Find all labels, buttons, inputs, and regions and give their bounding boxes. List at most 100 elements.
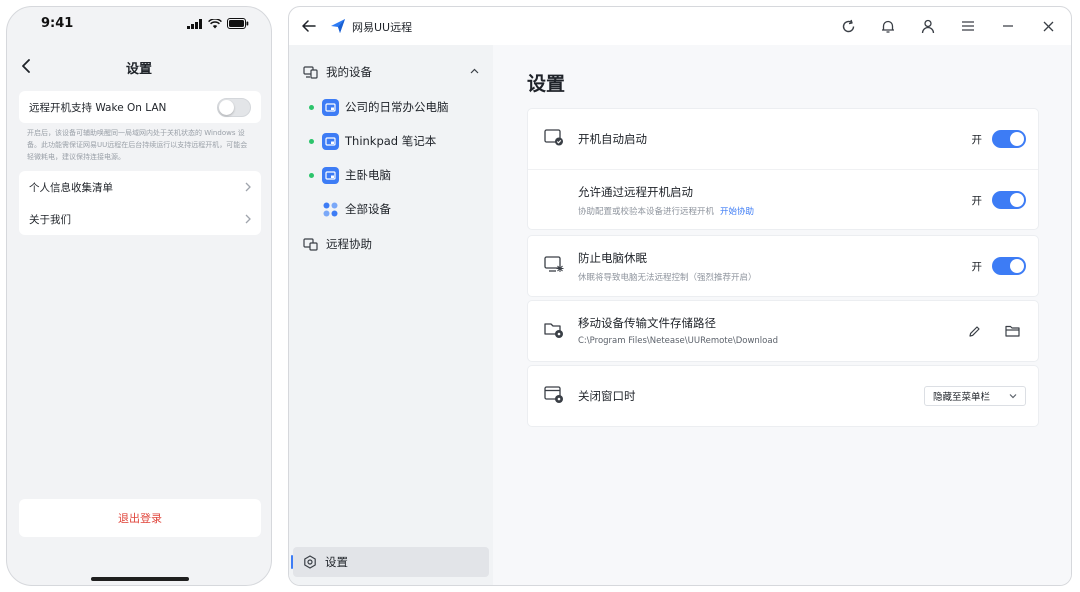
page-title: 设置 [527, 73, 566, 95]
title-bar: 网易UU远程 [289, 7, 1071, 45]
app-name: 网易UU远程 [352, 21, 413, 34]
device-name: 主卧电脑 [345, 168, 391, 182]
sidebar-item-label: 全部设备 [345, 202, 391, 216]
start-assist-link[interactable]: 开始协助 [720, 207, 754, 217]
bell-icon [882, 20, 894, 33]
device-name: Thinkpad 笔记本 [345, 134, 437, 148]
minimize-icon [1003, 25, 1013, 27]
logout-button[interactable]: 退出登录 [19, 499, 261, 537]
phone-screen: 9:41 设置 远程开机支持 Wake On LAN 开启后，该设备可辅助唤醒同… [6, 6, 272, 586]
auto-start-toggle[interactable] [992, 130, 1026, 148]
setting-description: 协助配置或校验本设备进行远程开机 开始协助 [578, 207, 755, 217]
gear-icon [304, 555, 316, 569]
device-item[interactable]: Thinkpad 笔记本 [309, 127, 489, 155]
app-logo-icon [331, 19, 345, 33]
active-indicator [291, 555, 293, 569]
online-status-dot [309, 172, 314, 178]
refresh-button[interactable] [837, 15, 859, 37]
notifications-button[interactable] [877, 15, 899, 37]
chevron-right-icon [245, 214, 251, 224]
close-button[interactable] [1037, 15, 1059, 37]
hamburger-icon [962, 21, 974, 31]
toggle-state-text: 开 [971, 261, 983, 273]
sidebar-item-remote-assist[interactable]: 远程协助 [289, 229, 493, 259]
folder-icon [1004, 325, 1020, 337]
sidebar-item-label: 我的设备 [326, 65, 372, 79]
close-window-card: 关闭窗口时 隐藏至菜单栏 [527, 365, 1039, 427]
edit-path-button[interactable] [964, 321, 984, 341]
online-status-dot [309, 138, 314, 144]
sleep-settings-card: 防止电脑休眠 休眠将导致电脑无法远程控制（强烈推荐开启） 开 [527, 235, 1039, 297]
setting-auto-start: 开机自动启动 开 [528, 109, 1038, 169]
device-item[interactable]: 主卧电脑 [309, 161, 489, 189]
wake-on-lan-description: 开启后，该设备可辅助唤醒同一局域网内处于关机状态的 Windows 设备。此功能… [27, 129, 248, 161]
chevron-down-icon [1009, 394, 1017, 399]
setting-label: 允许通过远程开机启动 [578, 185, 693, 199]
storage-path: C:\Program Files\Netease\UURemote\Downlo… [578, 336, 778, 346]
signal-icon [187, 18, 202, 29]
toggle-state-text: 开 [971, 134, 983, 146]
wake-on-lan-row: 远程开机支持 Wake On LAN [19, 91, 261, 123]
computer-icon [322, 166, 339, 184]
app-window: 网易UU远程 我的设备 公司的日常办公电脑 Thinkpad 笔记本 主卧电脑 … [288, 6, 1072, 586]
refresh-icon [842, 19, 854, 32]
sidebar-item-settings[interactable]: 设置 [291, 547, 489, 577]
device-item[interactable]: 公司的日常办公电脑 [309, 93, 489, 121]
computer-icon [322, 98, 339, 116]
prevent-sleep-toggle[interactable] [992, 257, 1026, 275]
phone-nav-bar: 设置 [7, 49, 271, 83]
sidebar-item-label: 远程协助 [326, 237, 372, 251]
remote-assist-icon [303, 237, 318, 251]
startup-settings-card: 开机自动启动 开 允许通过远程开机启动 协助配置或校验本设备进行远程开机 开始协助… [527, 108, 1039, 230]
setting-label: 关闭窗口时 [578, 389, 636, 403]
chevron-up-icon [470, 68, 479, 74]
remote-boot-toggle[interactable] [992, 191, 1026, 209]
home-indicator [91, 577, 189, 581]
setting-label: 移动设备传输文件存储路径 [578, 316, 716, 330]
sidebar-item-label: 设置 [325, 555, 348, 569]
minimize-button[interactable] [997, 15, 1019, 37]
menu-item-about-us[interactable]: 关于我们 [19, 203, 261, 235]
wake-on-lan-toggle[interactable] [217, 98, 251, 117]
setting-close-window: 关闭窗口时 隐藏至菜单栏 [528, 366, 1038, 426]
back-button[interactable] [299, 16, 319, 36]
grid-icon [323, 202, 338, 216]
window-settings-icon [544, 386, 563, 403]
wake-on-lan-label: 远程开机支持 Wake On LAN [29, 101, 167, 114]
setting-prevent-sleep: 防止电脑休眠 休眠将导致电脑无法远程控制（强烈推荐开启） 开 [528, 236, 1038, 296]
status-time: 9:41 [41, 16, 74, 31]
sidebar-item-all-devices[interactable]: 全部设备 [309, 195, 489, 223]
monitor-sleep-icon [544, 256, 564, 272]
menu-button[interactable] [957, 15, 979, 37]
online-status-dot [309, 104, 314, 110]
chevron-right-icon [245, 182, 251, 192]
setting-transfer-path: 移动设备传输文件存储路径 C:\Program Files\Netease\UU… [528, 301, 1038, 361]
close-action-select[interactable]: 隐藏至菜单栏 [924, 386, 1026, 406]
transfer-path-card: 移动设备传输文件存储路径 C:\Program Files\Netease\UU… [527, 300, 1039, 362]
devices-icon [303, 65, 318, 79]
wifi-icon [208, 18, 222, 28]
sidebar-item-my-devices[interactable]: 我的设备 [289, 57, 493, 87]
menu-item-privacy-list[interactable]: 个人信息收集清单 [19, 171, 261, 203]
page-title: 设置 [125, 62, 152, 77]
account-button[interactable] [917, 15, 939, 37]
close-icon [1043, 21, 1053, 31]
status-bar: 9:41 [7, 7, 271, 41]
sidebar: 我的设备 公司的日常办公电脑 Thinkpad 笔记本 主卧电脑 全部设备 远程… [289, 45, 493, 585]
setting-description: 休眠将导致电脑无法远程控制（强烈推荐开启） [578, 273, 757, 283]
monitor-check-icon [544, 129, 563, 146]
settings-panel: 设置 开机自动启动 开 允许通过远程开机启动 协助配置或校验本设备进行远程开机开… [493, 45, 1071, 585]
computer-icon [322, 132, 339, 150]
battery-icon [227, 18, 249, 29]
open-folder-button[interactable] [1002, 321, 1022, 341]
pencil-icon [968, 325, 980, 337]
menu-item-label: 个人信息收集清单 [29, 181, 113, 194]
device-name: 公司的日常办公电脑 [345, 100, 449, 114]
menu-item-label: 关于我们 [29, 213, 71, 226]
folder-settings-icon [544, 323, 563, 338]
wake-on-lan-card: 远程开机支持 Wake On LAN [19, 91, 261, 123]
setting-label: 防止电脑休眠 [578, 251, 647, 265]
setting-remote-boot: 允许通过远程开机启动 协助配置或校验本设备进行远程开机 开始协助 开 [528, 169, 1038, 229]
setting-label: 开机自动启动 [578, 132, 647, 146]
toggle-state-text: 开 [971, 195, 983, 207]
